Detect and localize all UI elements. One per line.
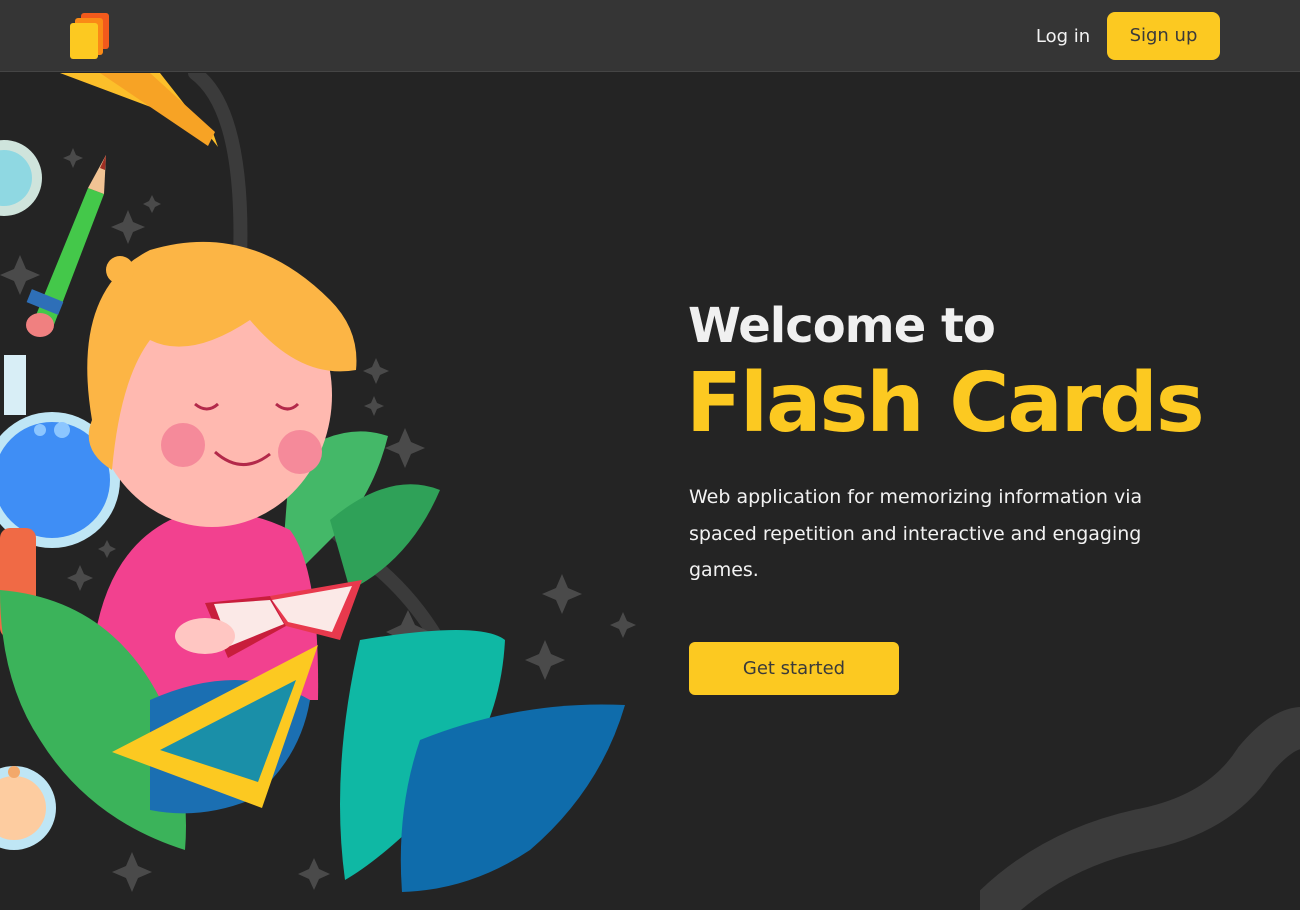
- signup-button[interactable]: Sign up: [1107, 12, 1220, 60]
- stacked-cards-icon[interactable]: [68, 12, 112, 60]
- login-link[interactable]: Log in: [1030, 24, 1096, 50]
- top-navbar: Log in Sign up: [0, 0, 1300, 72]
- welcome-heading: Welcome to: [688, 298, 996, 354]
- get-started-button[interactable]: Get started: [689, 642, 899, 695]
- hero-description: Web application for memorizing informati…: [689, 486, 1143, 581]
- hero-illustration: [0, 73, 636, 892]
- page-title: Flash Cards: [686, 356, 1205, 451]
- decorative-wave: [980, 707, 1300, 910]
